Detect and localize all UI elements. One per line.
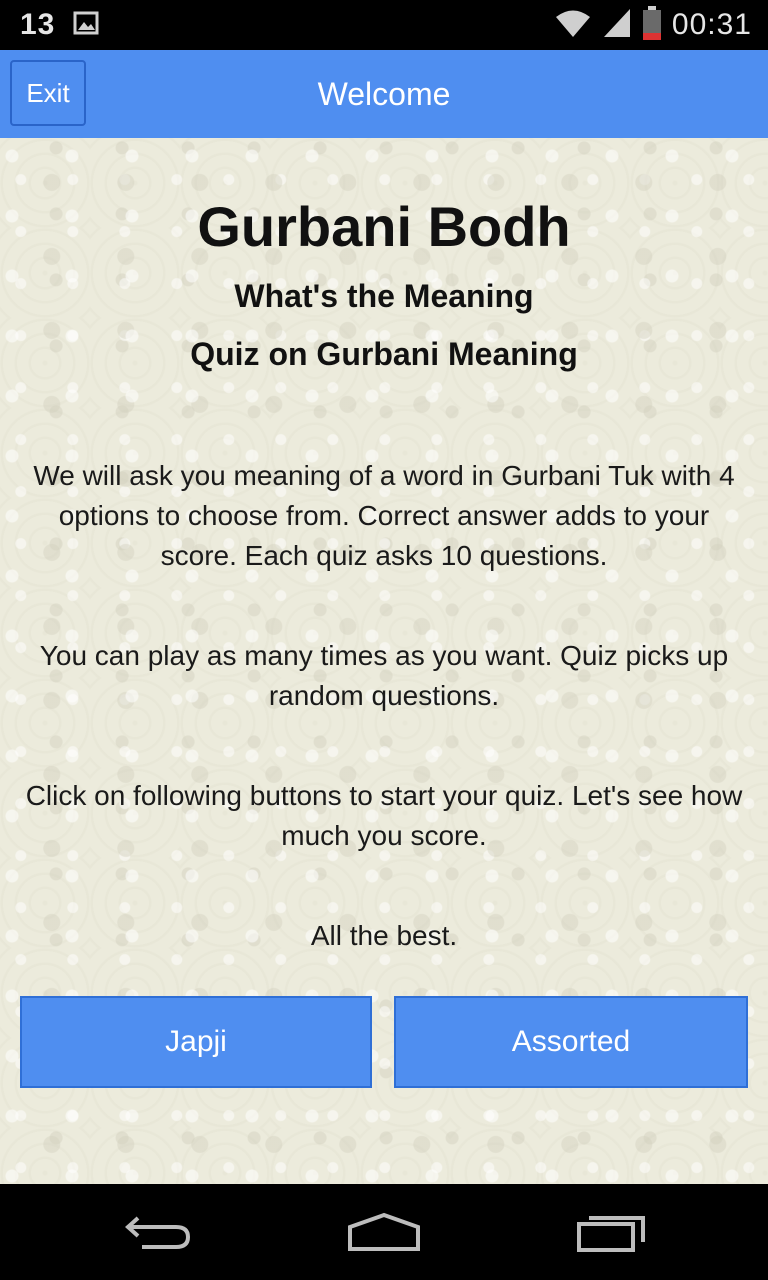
- exit-button[interactable]: Exit: [10, 60, 86, 126]
- subtitle-meaning: What's the Meaning: [234, 278, 534, 314]
- signal-icon: [602, 7, 632, 44]
- replay-paragraph: You can play as many times as you want. …: [39, 640, 729, 711]
- clock: 00:31: [671, 8, 752, 41]
- back-icon[interactable]: [114, 1206, 204, 1258]
- assorted-button[interactable]: Assorted: [394, 996, 748, 1088]
- status-right: 00:31: [554, 5, 752, 45]
- image-icon: [73, 10, 99, 41]
- subtitle-quiz: Quiz on Gurbani Meaning: [190, 336, 578, 372]
- wifi-icon: [554, 8, 592, 43]
- home-icon[interactable]: [339, 1206, 429, 1258]
- notification-count: 13: [20, 8, 56, 41]
- welcome-content: Gurbani Bodh What's the Meaning Quiz on …: [0, 138, 768, 1184]
- status-left: 13: [20, 6, 99, 44]
- closing-text: All the best.: [310, 920, 458, 951]
- status-bar: 13 00:31: [0, 0, 768, 50]
- navigation-bar: [0, 1184, 768, 1280]
- page-title: Welcome: [317, 75, 451, 112]
- battery-icon: [642, 5, 662, 45]
- title-bar: Exit Welcome: [0, 50, 768, 139]
- recent-apps-icon[interactable]: [566, 1206, 656, 1258]
- app-title: Gurbani Bodh: [197, 195, 571, 258]
- instructions-paragraph: Click on following buttons to start your…: [25, 780, 743, 851]
- phone-screen: 13 00:31 Exit Welcome Gurbani Bodh What'…: [0, 0, 768, 1280]
- japji-button[interactable]: Japji: [20, 996, 372, 1088]
- intro-paragraph: We will ask you meaning of a word in Gur…: [33, 460, 735, 571]
